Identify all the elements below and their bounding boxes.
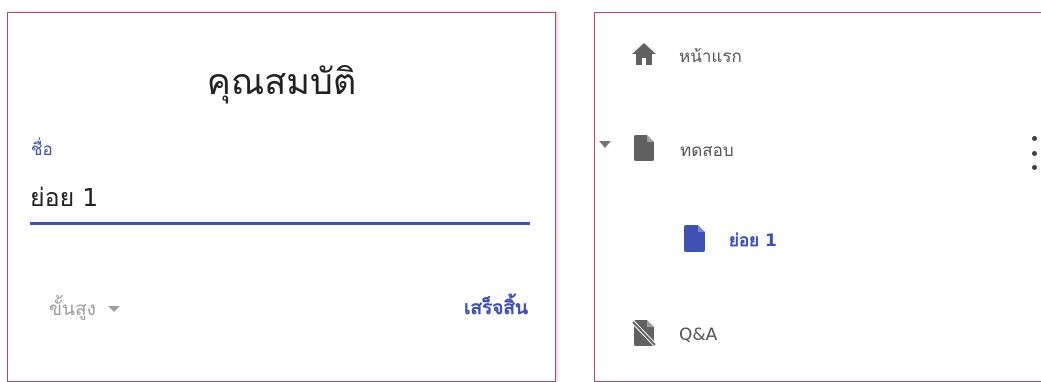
done-button[interactable]: เสร็จสิ้น: [464, 293, 528, 323]
name-field[interactable]: [30, 181, 530, 225]
page-icon: [634, 135, 654, 165]
nav-item-sub1[interactable]: ย่อย 1: [684, 225, 777, 256]
advanced-dropdown[interactable]: ขั้นสูง: [49, 294, 120, 324]
page-navigation-panel: หน้าแรก ทดสอบ ย่อย 1 Q&A: [594, 12, 1041, 382]
page-icon: [684, 225, 705, 256]
nav-item-label: หน้าแรก: [679, 46, 742, 67]
dot: [1031, 136, 1037, 141]
advanced-label: ขั้นสูง: [49, 298, 96, 320]
properties-panel: คุณสมบัติ ชื่อ ขั้นสูง เสร็จสิ้น: [7, 12, 556, 382]
more-options-button[interactable]: [1029, 136, 1039, 170]
nav-item-home[interactable]: หน้าแรก: [631, 42, 742, 70]
home-icon: [631, 42, 657, 70]
nav-item-label: ทดสอบ: [680, 140, 734, 161]
nav-item-test[interactable]: ทดสอบ: [634, 135, 734, 165]
hidden-page-icon: [631, 320, 657, 350]
dot: [1031, 150, 1037, 156]
chevron-down-icon: [107, 306, 120, 312]
panel-title: คุณสมบัติ: [206, 62, 357, 103]
nav-item-label: ย่อย 1: [729, 231, 777, 251]
nav-item-qa[interactable]: Q&A: [631, 320, 718, 350]
dot: [1031, 165, 1037, 170]
name-field-label: ชื่อ: [31, 140, 53, 160]
nav-item-label: Q&A: [679, 325, 718, 345]
expand-caret-icon[interactable]: [599, 141, 611, 148]
